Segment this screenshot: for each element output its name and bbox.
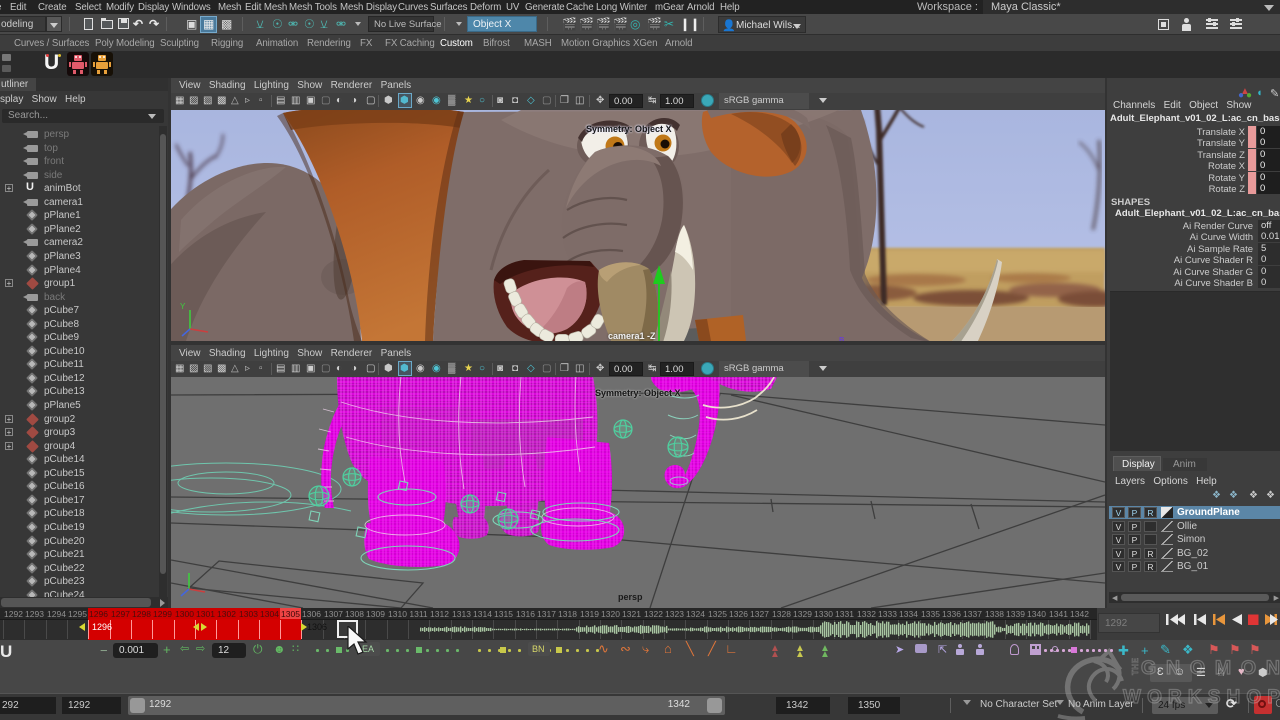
svg-text:Y: Y xyxy=(180,302,186,311)
